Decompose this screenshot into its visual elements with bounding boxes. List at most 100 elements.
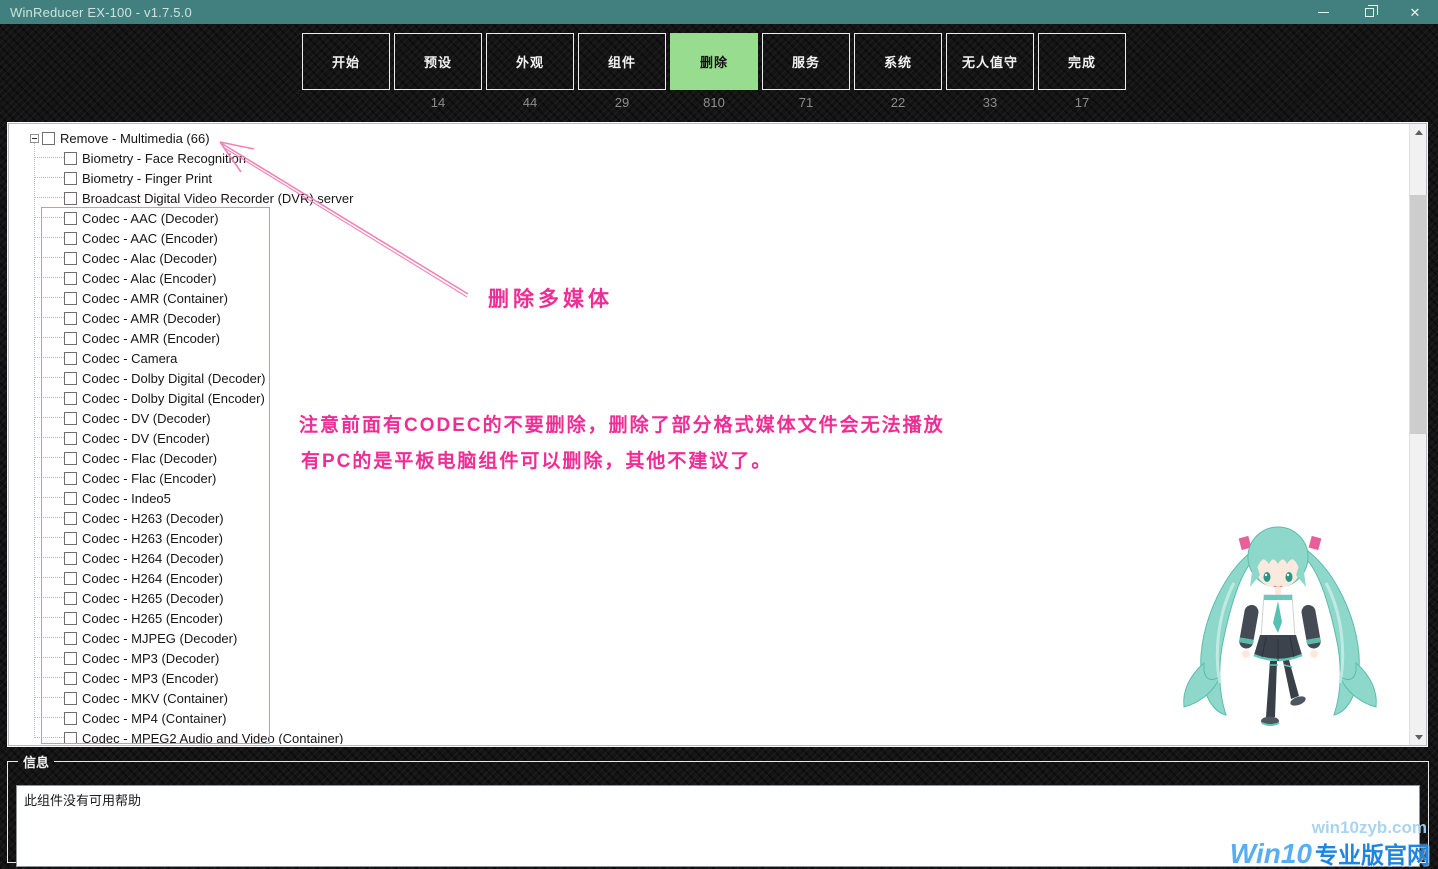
tree-item-label[interactable]: Codec - Alac (Decoder) [79,251,220,266]
tree-item-row: Codec - Dolby Digital (Encoder) [10,388,1407,408]
tree-item-checkbox[interactable] [64,692,77,705]
scrollbar-down-arrow-icon[interactable] [1410,729,1427,745]
tree-item-label[interactable]: Codec - MPEG2 Audio and Video (Container… [79,731,346,745]
tree-item-label[interactable]: Codec - AAC (Encoder) [79,231,221,246]
tree-item-label[interactable]: Biometry - Finger Print [79,171,215,186]
tree-item-checkbox[interactable] [64,272,77,285]
toolbar-button-count: 71 [762,95,850,111]
tree-connector-stub [35,508,64,518]
tree-connector-stub [35,348,64,358]
tree-item-row: Codec - Alac (Encoder) [10,268,1407,288]
tree-item-checkbox[interactable] [64,632,77,645]
tree-item-label[interactable]: Codec - AMR (Encoder) [79,331,223,346]
tree-item-checkbox[interactable] [64,332,77,345]
tree-root-label[interactable]: Remove - Multimedia (66) [57,131,213,146]
tree-item-checkbox[interactable] [64,352,77,365]
tree-item-label[interactable]: Codec - H265 (Decoder) [79,591,227,606]
tree-item-checkbox[interactable] [64,192,77,205]
tree-item-label[interactable]: Codec - Alac (Encoder) [79,271,219,286]
tree-item-checkbox[interactable] [64,732,77,745]
tree-item-checkbox[interactable] [64,152,77,165]
tree-item-checkbox[interactable] [64,432,77,445]
tree-item-checkbox[interactable] [64,672,77,685]
toolbar-button[interactable]: 外观 [486,33,574,90]
tree-item-label[interactable]: Codec - DV (Encoder) [79,431,213,446]
minimize-button[interactable] [1300,0,1346,24]
scrollbar-thumb[interactable] [1410,195,1427,434]
maximize-restore-icon [1365,8,1374,17]
toolbar-button[interactable]: 完成 [1038,33,1126,90]
tree-item-label[interactable]: Codec - Dolby Digital (Decoder) [79,371,269,386]
tree-item-label[interactable]: Codec - MKV (Container) [79,691,231,706]
tree-connector-stub [35,568,64,578]
tree-item-label[interactable]: Codec - MP3 (Encoder) [79,671,222,686]
tree-item-label[interactable]: Codec - H263 (Decoder) [79,511,227,526]
tree-item-checkbox[interactable] [64,252,77,265]
tree-item-checkbox[interactable] [64,372,77,385]
tree-item-checkbox[interactable] [64,212,77,225]
tree-item-label[interactable]: Codec - DV (Decoder) [79,411,214,426]
toolbar-button-group: 系统 22 [854,33,942,111]
toolbar-button[interactable]: 无人值守 [946,33,1034,90]
tree-item-checkbox[interactable] [64,592,77,605]
tree-item-label[interactable]: Codec - AMR (Decoder) [79,311,224,326]
tree-item-checkbox[interactable] [64,172,77,185]
tree-connector-stub [35,188,64,198]
maximize-button[interactable] [1346,0,1392,24]
tree-item-checkbox[interactable] [64,312,77,325]
tree-item-checkbox[interactable] [64,532,77,545]
tree-item-checkbox[interactable] [64,292,77,305]
tree-item-label[interactable]: Broadcast Digital Video Recorder (DVR) s… [79,191,356,206]
tree-item-checkbox[interactable] [64,452,77,465]
tree-item-label[interactable]: Biometry - Face Recognition [79,151,249,166]
tree-connector-stub [35,468,64,478]
tree-item-checkbox[interactable] [64,552,77,565]
tree-connector-stub [35,208,64,218]
tree-item-row: Codec - Indeo5 [10,488,1407,508]
annotation-arrow-label: 删除多媒体 [488,283,613,313]
toolbar-button-group: 完成 17 [1038,33,1126,111]
tree-item-label[interactable]: Codec - Flac (Encoder) [79,471,219,486]
toolbar-button-group: 预设 14 [394,33,482,111]
tree-scrollbar[interactable] [1409,124,1426,745]
tree-item-checkbox[interactable] [64,712,77,725]
tree-item-label[interactable]: Codec - H264 (Decoder) [79,551,227,566]
annotation-note-line1: 注意前面有CODEC的不要删除，删除了部分格式媒体文件会无法播放 [299,410,945,437]
tree-item-checkbox[interactable] [64,492,77,505]
window-controls: ✕ [1300,0,1438,24]
tree-item-label[interactable]: Codec - MJPEG (Decoder) [79,631,240,646]
toolbar-button[interactable]: 删除 [670,33,758,90]
tree-item-checkbox[interactable] [64,232,77,245]
close-button[interactable]: ✕ [1392,0,1438,24]
toolbar-button[interactable]: 预设 [394,33,482,90]
toolbar-button[interactable]: 系统 [854,33,942,90]
tree-item-label[interactable]: Codec - H264 (Encoder) [79,571,226,586]
tree-item-label[interactable]: Codec - AMR (Container) [79,291,231,306]
tree-item-label[interactable]: Codec - AAC (Decoder) [79,211,222,226]
tree-root-checkbox[interactable] [42,132,55,145]
tree-connector-stub [35,388,64,398]
tree-item-label[interactable]: Codec - H265 (Encoder) [79,611,226,626]
toolbar-button[interactable]: 组件 [578,33,666,90]
tree-item-label[interactable]: Codec - MP3 (Decoder) [79,651,222,666]
tree-item-checkbox[interactable] [64,412,77,425]
tree-item-checkbox[interactable] [64,652,77,665]
app-window: WinReducer EX-100 - v1.7.5.0 ✕ 开始 预设 14 … [0,0,1438,869]
scrollbar-up-arrow-icon[interactable] [1410,124,1427,140]
tree-item-label[interactable]: Codec - MP4 (Container) [79,711,230,726]
tree-item-checkbox[interactable] [64,512,77,525]
toolbar-button-count: 29 [578,95,666,111]
toolbar-button[interactable]: 开始 [302,33,390,90]
tree-item-label[interactable]: Codec - H263 (Encoder) [79,531,226,546]
tree-item-label[interactable]: Codec - Indeo5 [79,491,174,506]
minimize-icon [1318,12,1329,13]
tree-item-checkbox[interactable] [64,572,77,585]
tree-item-checkbox[interactable] [64,612,77,625]
tree-item-label[interactable]: Codec - Camera [79,351,180,366]
tree-item-label[interactable]: Codec - Flac (Decoder) [79,451,220,466]
toolbar-button[interactable]: 服务 [762,33,850,90]
collapse-expander-icon[interactable] [30,134,39,143]
tree-item-checkbox[interactable] [64,472,77,485]
tree-item-checkbox[interactable] [64,392,77,405]
tree-item-label[interactable]: Codec - Dolby Digital (Encoder) [79,391,268,406]
